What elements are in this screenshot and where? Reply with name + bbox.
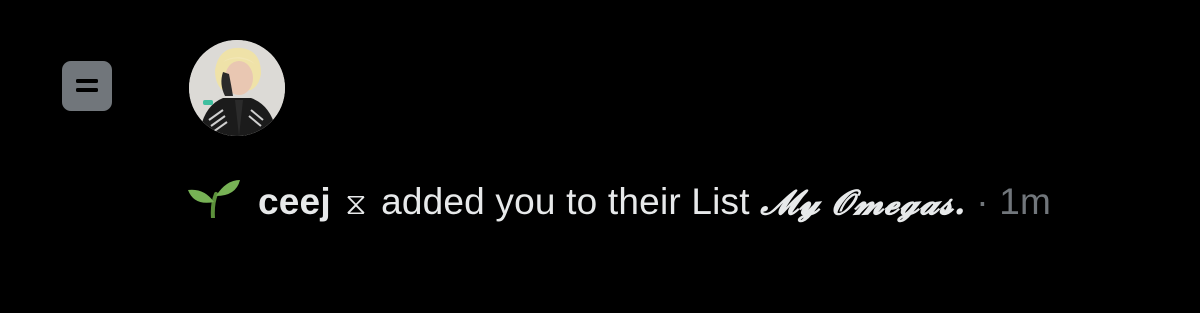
timestamp[interactable]: 1m [999,181,1051,222]
username-suffix: ⧖ [345,187,367,222]
list-icon [62,61,112,111]
notification-text: ceej ⧖ added you to their List 𝓜𝔂 𝓞𝓶𝓮𝓰𝓪𝓼… [186,172,1186,235]
sprout-icon [186,178,242,218]
action-text: added you to their List [381,181,750,222]
username-link[interactable]: ceej [258,181,331,222]
avatar[interactable] [189,40,285,136]
separator: · [976,181,989,222]
list-notification[interactable]: ceej ⧖ added you to their List 𝓜𝔂 𝓞𝓶𝓮𝓰𝓪𝓼… [0,0,1200,313]
list-name-link[interactable]: 𝓜𝔂 𝓞𝓶𝓮𝓰𝓪𝓼. [760,183,966,223]
